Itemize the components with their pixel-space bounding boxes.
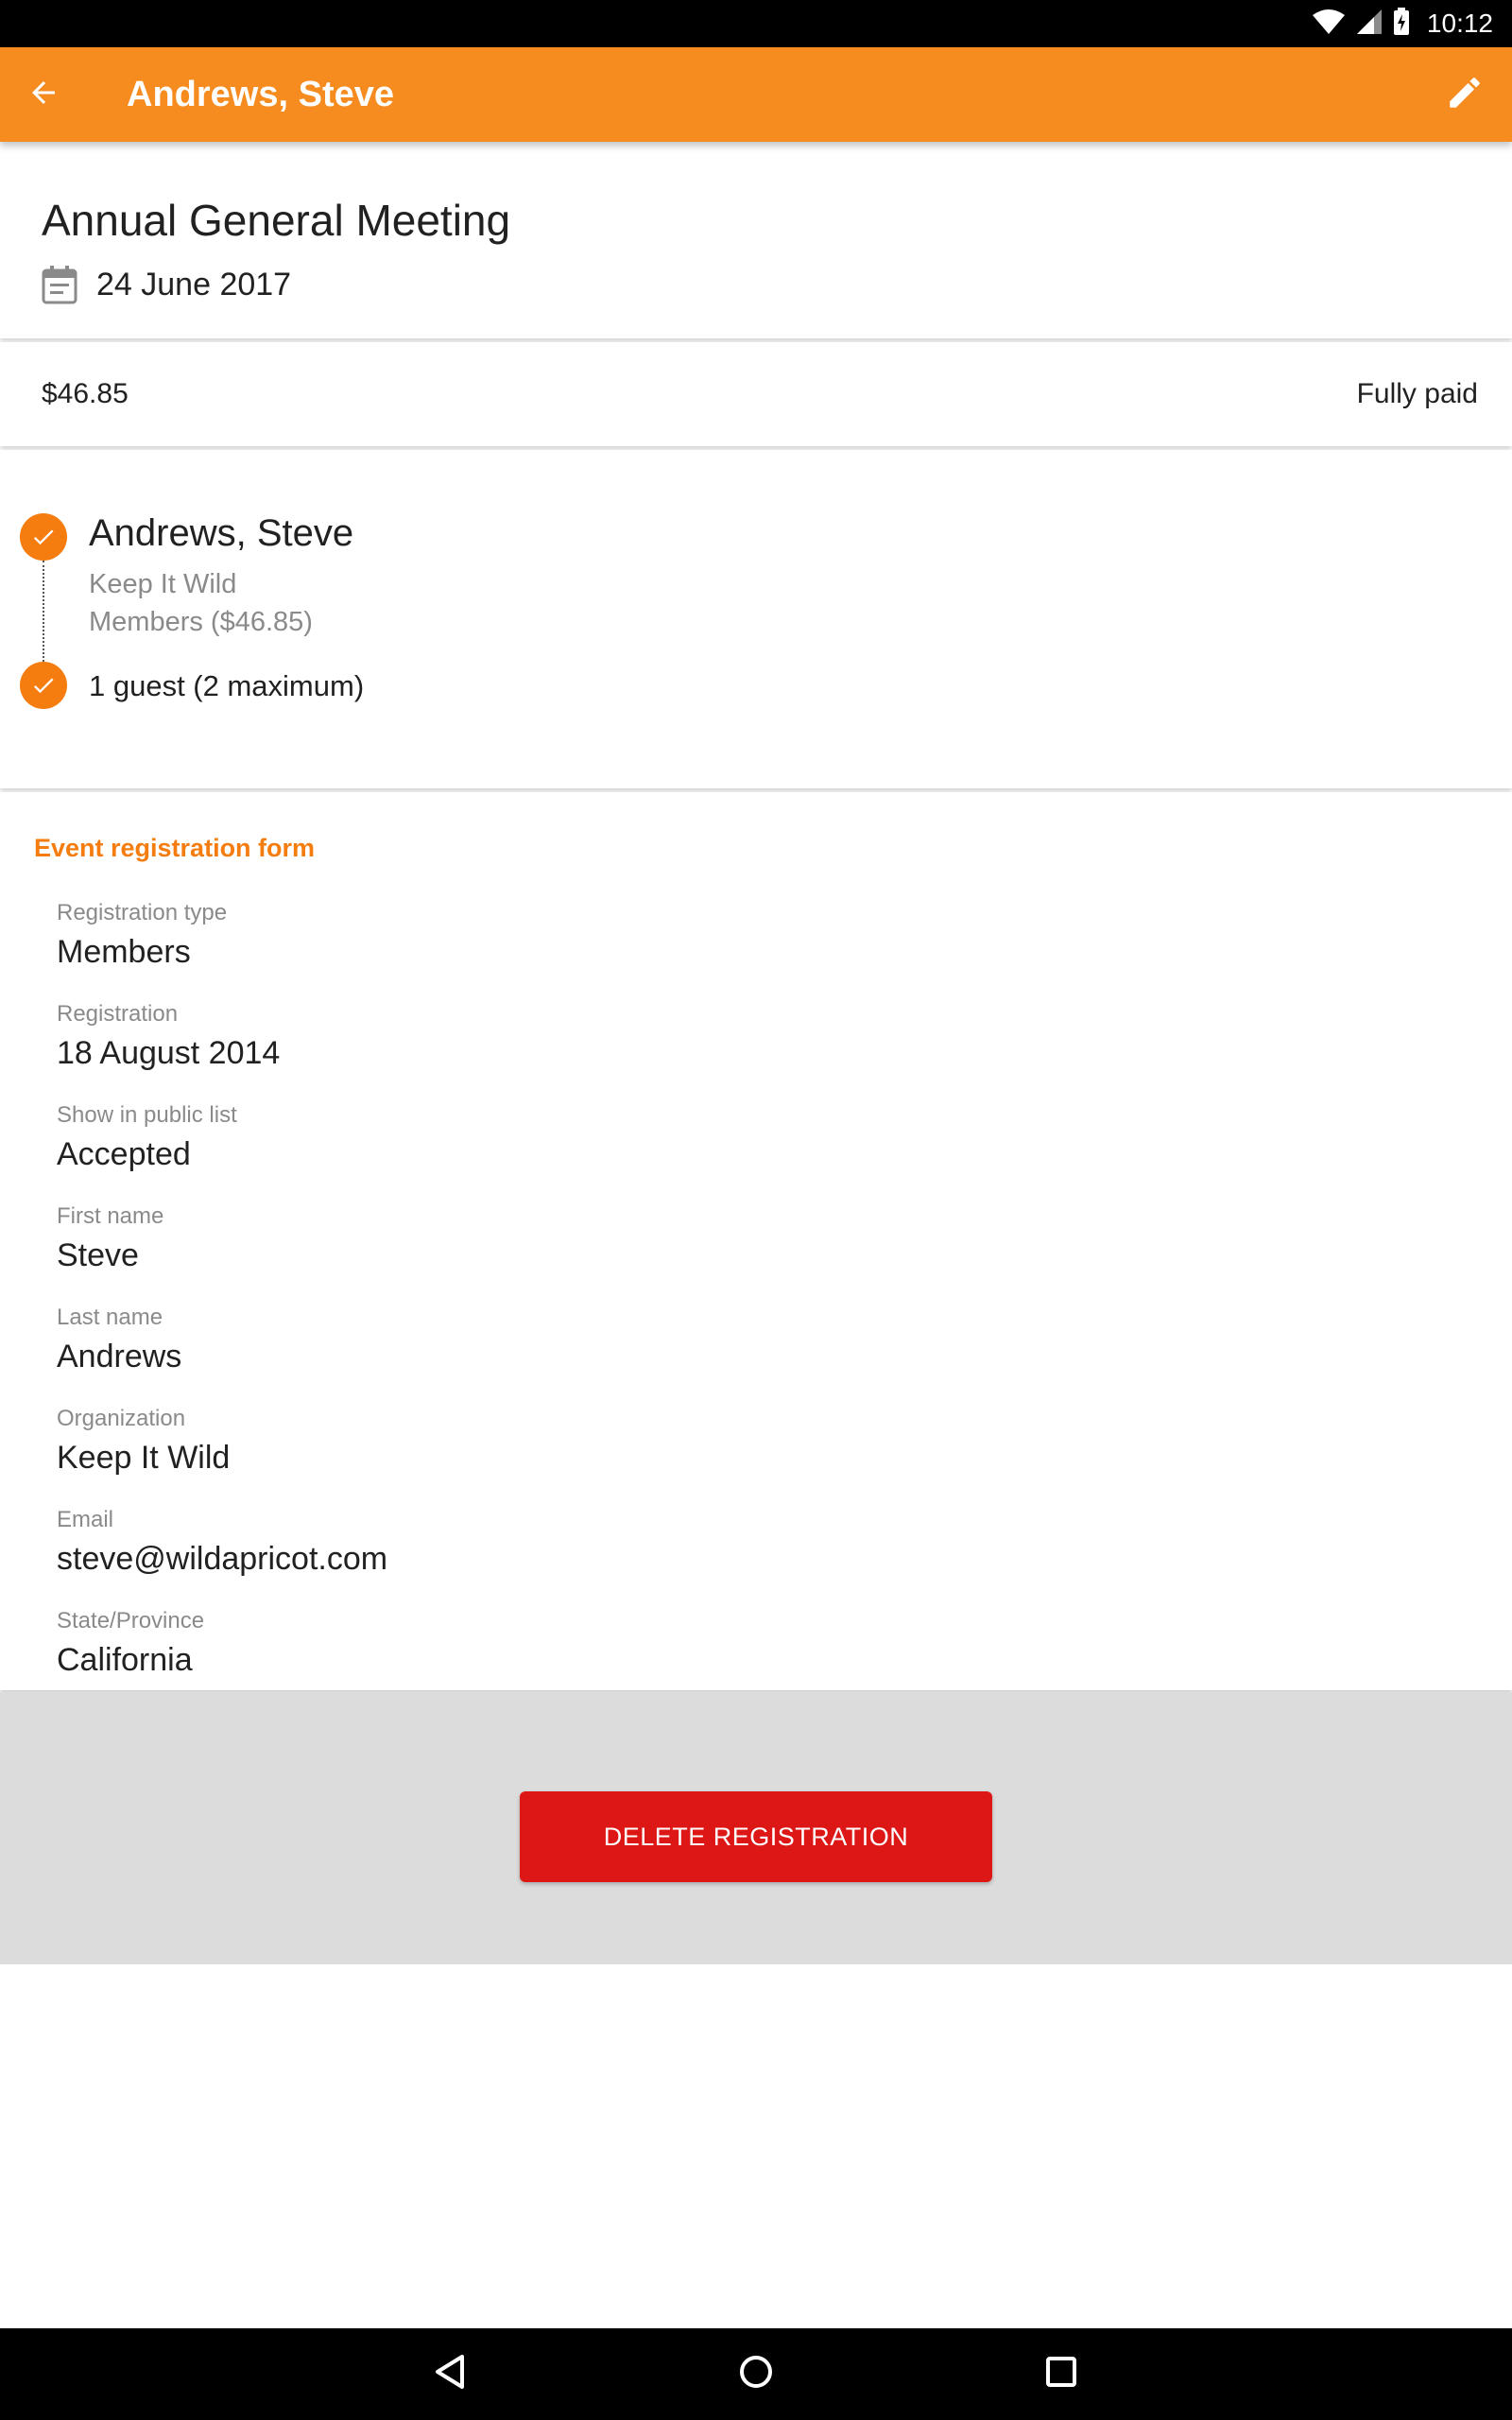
field-value: Keep It Wild	[57, 1440, 231, 1476]
field-label: State/Province	[57, 1608, 205, 1634]
wifi-icon	[1312, 8, 1346, 41]
field-value: Accepted	[57, 1136, 191, 1172]
action-area: DELETE REGISTRATION	[0, 1692, 1512, 1964]
guest-check-icon	[20, 662, 67, 709]
field-value: 18 August 2014	[57, 1035, 281, 1071]
nav-back-button[interactable]	[422, 2345, 479, 2402]
status-icons: 10:12	[1312, 0, 1493, 47]
registrant-check-icon	[20, 513, 67, 561]
status-time: 10:12	[1426, 9, 1493, 38]
field-state-province: State/Province California	[57, 1608, 204, 1679]
payment-card[interactable]: $46.85 Fully paid	[0, 342, 1512, 446]
circle-home-icon	[737, 2353, 775, 2395]
field-label: Last name	[57, 1305, 163, 1330]
cell-signal-icon	[1355, 8, 1383, 41]
event-card: Annual General Meeting 24 June 2017	[0, 142, 1512, 338]
status-bar: 10:12	[0, 0, 1512, 47]
field-value: California	[57, 1642, 193, 1678]
field-show-in-public-list: Show in public list Accepted	[57, 1102, 237, 1173]
field-label: Email	[57, 1507, 114, 1532]
field-organization: Organization Keep It Wild	[57, 1406, 230, 1477]
field-label: First name	[57, 1203, 164, 1229]
field-registration-date: Registration 18 August 2014	[57, 1001, 280, 1072]
square-recents-icon	[1042, 2353, 1080, 2395]
triangle-back-icon	[432, 2353, 470, 2395]
registrant-card: Andrews, Steve Keep It Wild Members ($46…	[0, 450, 1512, 788]
field-label: Organization	[57, 1406, 186, 1431]
field-label: Show in public list	[57, 1102, 237, 1128]
field-registration-type: Registration type Members	[57, 900, 227, 971]
calendar-icon	[42, 265, 77, 309]
app-bar: Andrews, Steve	[0, 47, 1512, 142]
field-value[interactable]: steve@wildapricot.com	[57, 1541, 387, 1578]
field-first-name: First name Steve	[57, 1203, 163, 1274]
payment-amount: $46.85	[42, 378, 129, 409]
payment-status: Fully paid	[1356, 378, 1478, 409]
event-date: 24 June 2017	[96, 267, 292, 302]
page-title: Andrews, Steve	[127, 75, 394, 114]
field-label: Registration type	[57, 900, 228, 925]
system-nav-bar	[0, 2328, 1512, 2420]
field-email: Email steve@wildapricot.com	[57, 1507, 387, 1578]
nav-home-button[interactable]	[728, 2345, 784, 2402]
field-value: Andrews	[57, 1339, 182, 1374]
registrant-name: Andrews, Steve	[89, 512, 354, 554]
arrow-back-icon	[26, 76, 60, 114]
battery-charging-icon	[1393, 7, 1410, 41]
event-title: Annual General Meeting	[42, 196, 511, 245]
registration-form-card: Event registration form Registration typ…	[0, 792, 1512, 1690]
registrant-organization: Keep It Wild	[89, 569, 237, 599]
field-value: Steve	[57, 1237, 139, 1273]
field-label: Registration	[57, 1001, 179, 1027]
registrant-type: Members ($46.85)	[89, 607, 313, 637]
guest-count[interactable]: 1 guest (2 maximum)	[89, 669, 364, 703]
nav-recents-button[interactable]	[1033, 2345, 1090, 2402]
edit-button[interactable]	[1436, 66, 1493, 123]
field-value: Members	[57, 934, 191, 970]
back-button[interactable]	[15, 66, 72, 123]
delete-registration-button[interactable]: DELETE REGISTRATION	[520, 1791, 992, 1882]
field-last-name: Last name Andrews	[57, 1305, 181, 1375]
timeline-connector	[43, 561, 44, 662]
form-heading: Event registration form	[34, 834, 316, 862]
pencil-icon	[1445, 73, 1485, 117]
